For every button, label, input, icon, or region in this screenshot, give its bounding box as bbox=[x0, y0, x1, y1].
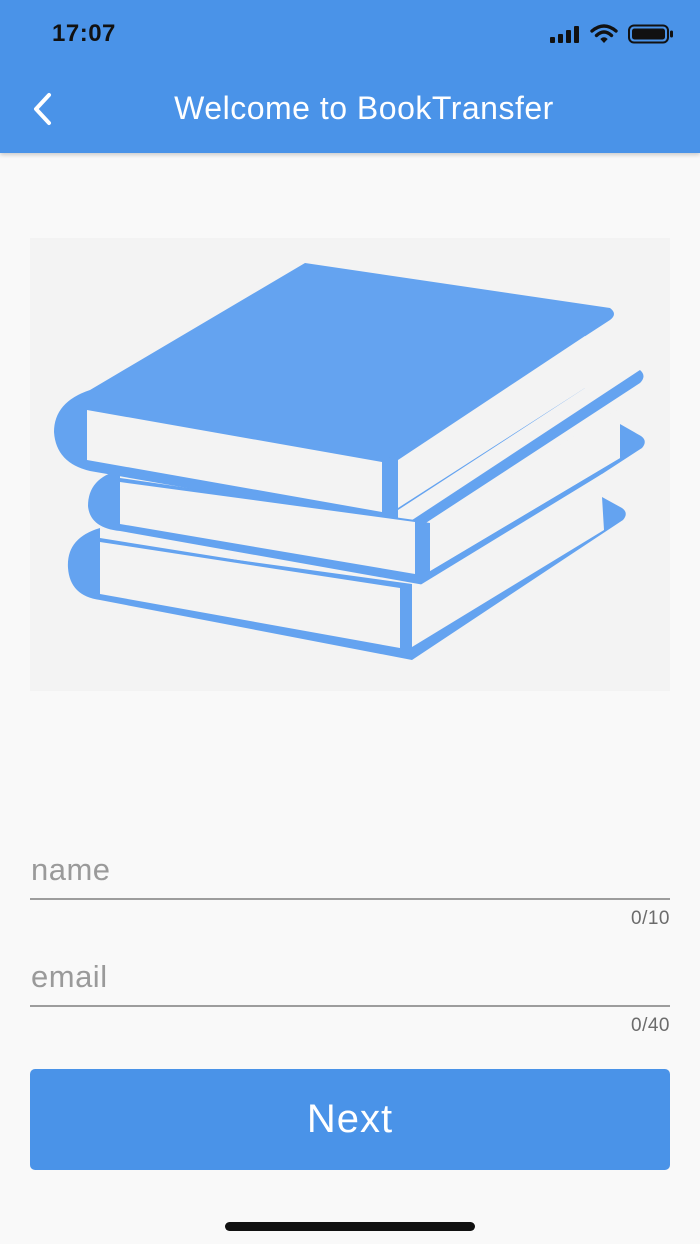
battery-icon bbox=[628, 24, 674, 49]
books-stack-icon bbox=[54, 263, 645, 660]
email-field-underline bbox=[30, 1005, 670, 1007]
home-indicator[interactable] bbox=[225, 1222, 475, 1231]
status-icons bbox=[550, 23, 674, 49]
name-input[interactable] bbox=[30, 842, 670, 898]
signal-icon bbox=[550, 25, 580, 48]
name-char-counter: 0/10 bbox=[631, 908, 670, 929]
status-time: 17:07 bbox=[52, 20, 116, 47]
page-title: Welcome to BookTransfer bbox=[174, 90, 554, 126]
email-input[interactable] bbox=[30, 949, 670, 1005]
hero-illustration bbox=[30, 238, 670, 691]
name-field-underline bbox=[30, 898, 670, 900]
email-field[interactable]: 0/40 bbox=[30, 949, 670, 1036]
name-field[interactable]: 0/10 bbox=[30, 842, 670, 929]
wifi-icon bbox=[590, 23, 618, 49]
email-char-counter: 0/40 bbox=[631, 1015, 670, 1036]
next-button[interactable]: Next bbox=[30, 1069, 670, 1170]
app-header: 17:07 Welcome to BookTransfer bbox=[0, 0, 700, 153]
